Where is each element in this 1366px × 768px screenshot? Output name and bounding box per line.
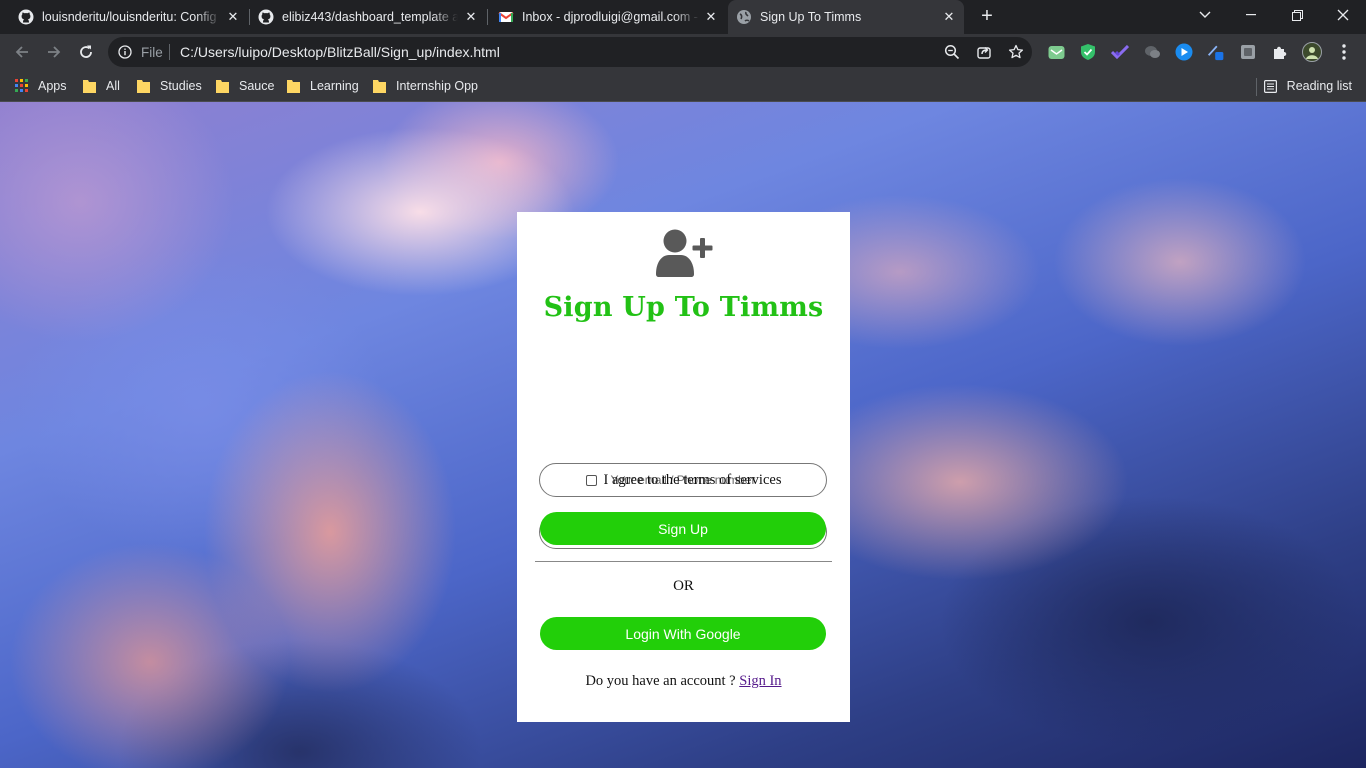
wechat-extension-icon[interactable] — [1143, 43, 1161, 61]
tab-title: louisnderitu/louisnderitu: Config — [42, 10, 217, 24]
reading-list-button[interactable]: Reading list — [1263, 76, 1352, 96]
bookmark-label: Sauce — [239, 79, 275, 93]
forward-button[interactable] — [42, 40, 66, 64]
account-prompt: Do you have an account ? Sign In — [517, 673, 850, 690]
user-plus-icon — [656, 229, 713, 277]
close-icon[interactable]: ✕ — [702, 8, 720, 26]
page-viewport: Sign Up To Timms I agree to the terms of… — [0, 102, 1366, 768]
bookmark-folder-sauce[interactable]: Sauce — [216, 76, 274, 96]
new-tab-button[interactable]: + — [975, 6, 999, 28]
tab-github-config[interactable]: louisnderitu/louisnderitu: Config ✕ — [10, 0, 248, 34]
bookmark-label: Learning — [310, 79, 359, 93]
bookmark-label: All — [106, 79, 120, 93]
bookmark-label: Studies — [160, 79, 202, 93]
bookmarks-bar: Apps All Studies Sauce Learning Internsh… — [0, 70, 1366, 102]
close-icon — [1337, 9, 1349, 21]
bookmarks-divider — [1256, 78, 1257, 96]
mail-extension-icon[interactable] — [1047, 43, 1065, 61]
sign-in-link[interactable]: Sign In — [739, 673, 781, 689]
close-window-button[interactable] — [1320, 0, 1366, 30]
close-icon[interactable]: ✕ — [224, 8, 242, 26]
minimize-button[interactable] — [1228, 0, 1274, 30]
github-icon — [258, 9, 274, 25]
gmail-icon — [498, 12, 514, 22]
pen-extension-icon[interactable] — [1207, 43, 1225, 61]
tab-strip: louisnderitu/louisnderitu: Config ✕ elib… — [0, 0, 1366, 34]
tab-sign-up[interactable]: Sign Up To Timms ✕ — [728, 0, 964, 34]
arrow-left-icon — [15, 46, 28, 58]
bookmark-apps[interactable]: Apps — [15, 76, 67, 96]
tab-separator — [487, 9, 488, 25]
github-icon — [18, 9, 34, 25]
folder-icon — [137, 80, 150, 93]
share-icon[interactable] — [976, 44, 992, 60]
tab-github-dashboard[interactable]: elibiz443/dashboard_template at ✕ — [250, 0, 486, 34]
scheme-label: File — [141, 45, 163, 60]
browser-toolbar: File C:/Users/luipo/Desktop/BlitzBall/Si… — [0, 34, 1366, 70]
address-bar[interactable]: File C:/Users/luipo/Desktop/BlitzBall/Si… — [108, 37, 1032, 67]
star-icon[interactable] — [1008, 44, 1024, 60]
or-label: OR — [673, 578, 694, 594]
reading-list-icon — [1263, 79, 1277, 93]
profile-avatar[interactable] — [1302, 42, 1322, 62]
puzzle-extensions-icon[interactable] — [1271, 43, 1289, 61]
tab-title: Inbox - djprodluigi@gmail.com - — [522, 10, 698, 24]
info-icon[interactable] — [118, 45, 132, 59]
address-separator — [169, 44, 170, 60]
bookmark-folder-studies[interactable]: Studies — [137, 76, 202, 96]
tab-search-button[interactable] — [1182, 0, 1228, 30]
restore-icon — [1291, 9, 1303, 21]
checkmark-extension-icon[interactable] — [1111, 43, 1129, 61]
reload-icon — [80, 45, 92, 58]
terms-checkbox[interactable] — [585, 475, 597, 486]
tab-gmail-inbox[interactable]: Inbox - djprodluigi@gmail.com - ✕ — [490, 0, 726, 34]
url-text[interactable]: C:/Users/luipo/Desktop/BlitzBall/Sign_up… — [180, 44, 500, 60]
globe-icon — [737, 10, 751, 24]
reload-button[interactable] — [74, 40, 98, 64]
divider — [535, 561, 832, 562]
page-title: Sign Up To Timms — [543, 292, 824, 323]
more-menu-icon[interactable] — [1335, 43, 1353, 61]
terms-row: I agree to the terms of services — [517, 472, 850, 489]
bookmark-folder-learning[interactable]: Learning — [287, 76, 359, 96]
bookmark-folder-all[interactable]: All — [83, 76, 120, 96]
restore-button[interactable] — [1274, 0, 1320, 30]
back-button[interactable] — [10, 40, 34, 64]
zoom-icon[interactable] — [944, 44, 960, 60]
minimize-icon — [1246, 14, 1256, 16]
shield-extension-icon[interactable] — [1079, 43, 1097, 61]
reading-list-label: Reading list — [1286, 79, 1352, 93]
arrow-right-icon — [48, 46, 61, 58]
folder-icon — [287, 80, 300, 93]
folder-icon — [83, 80, 96, 93]
folder-icon — [373, 80, 386, 93]
close-icon[interactable]: ✕ — [940, 8, 958, 26]
close-icon[interactable]: ✕ — [462, 8, 480, 26]
tab-title: elibiz443/dashboard_template at — [282, 10, 458, 24]
bookmark-label: Internship Opp — [396, 79, 478, 93]
chevron-down-icon — [1199, 11, 1211, 18]
login-with-google-button[interactable]: Login With Google — [540, 617, 826, 650]
account-prompt-text: Do you have an account ? — [585, 673, 736, 689]
folder-icon — [216, 80, 229, 93]
play-extension-icon[interactable] — [1175, 43, 1193, 61]
sign-up-button[interactable]: Sign Up — [540, 512, 826, 545]
bookmark-label: Apps — [38, 79, 67, 93]
terms-label: I agree to the terms of services — [603, 472, 782, 488]
tab-title: Sign Up To Timms — [760, 10, 862, 24]
bookmark-folder-internship[interactable]: Internship Opp — [373, 76, 478, 96]
box-extension-icon[interactable] — [1239, 43, 1257, 61]
signup-card: Sign Up To Timms I agree to the terms of… — [517, 212, 850, 722]
apps-grid-icon — [15, 79, 28, 92]
